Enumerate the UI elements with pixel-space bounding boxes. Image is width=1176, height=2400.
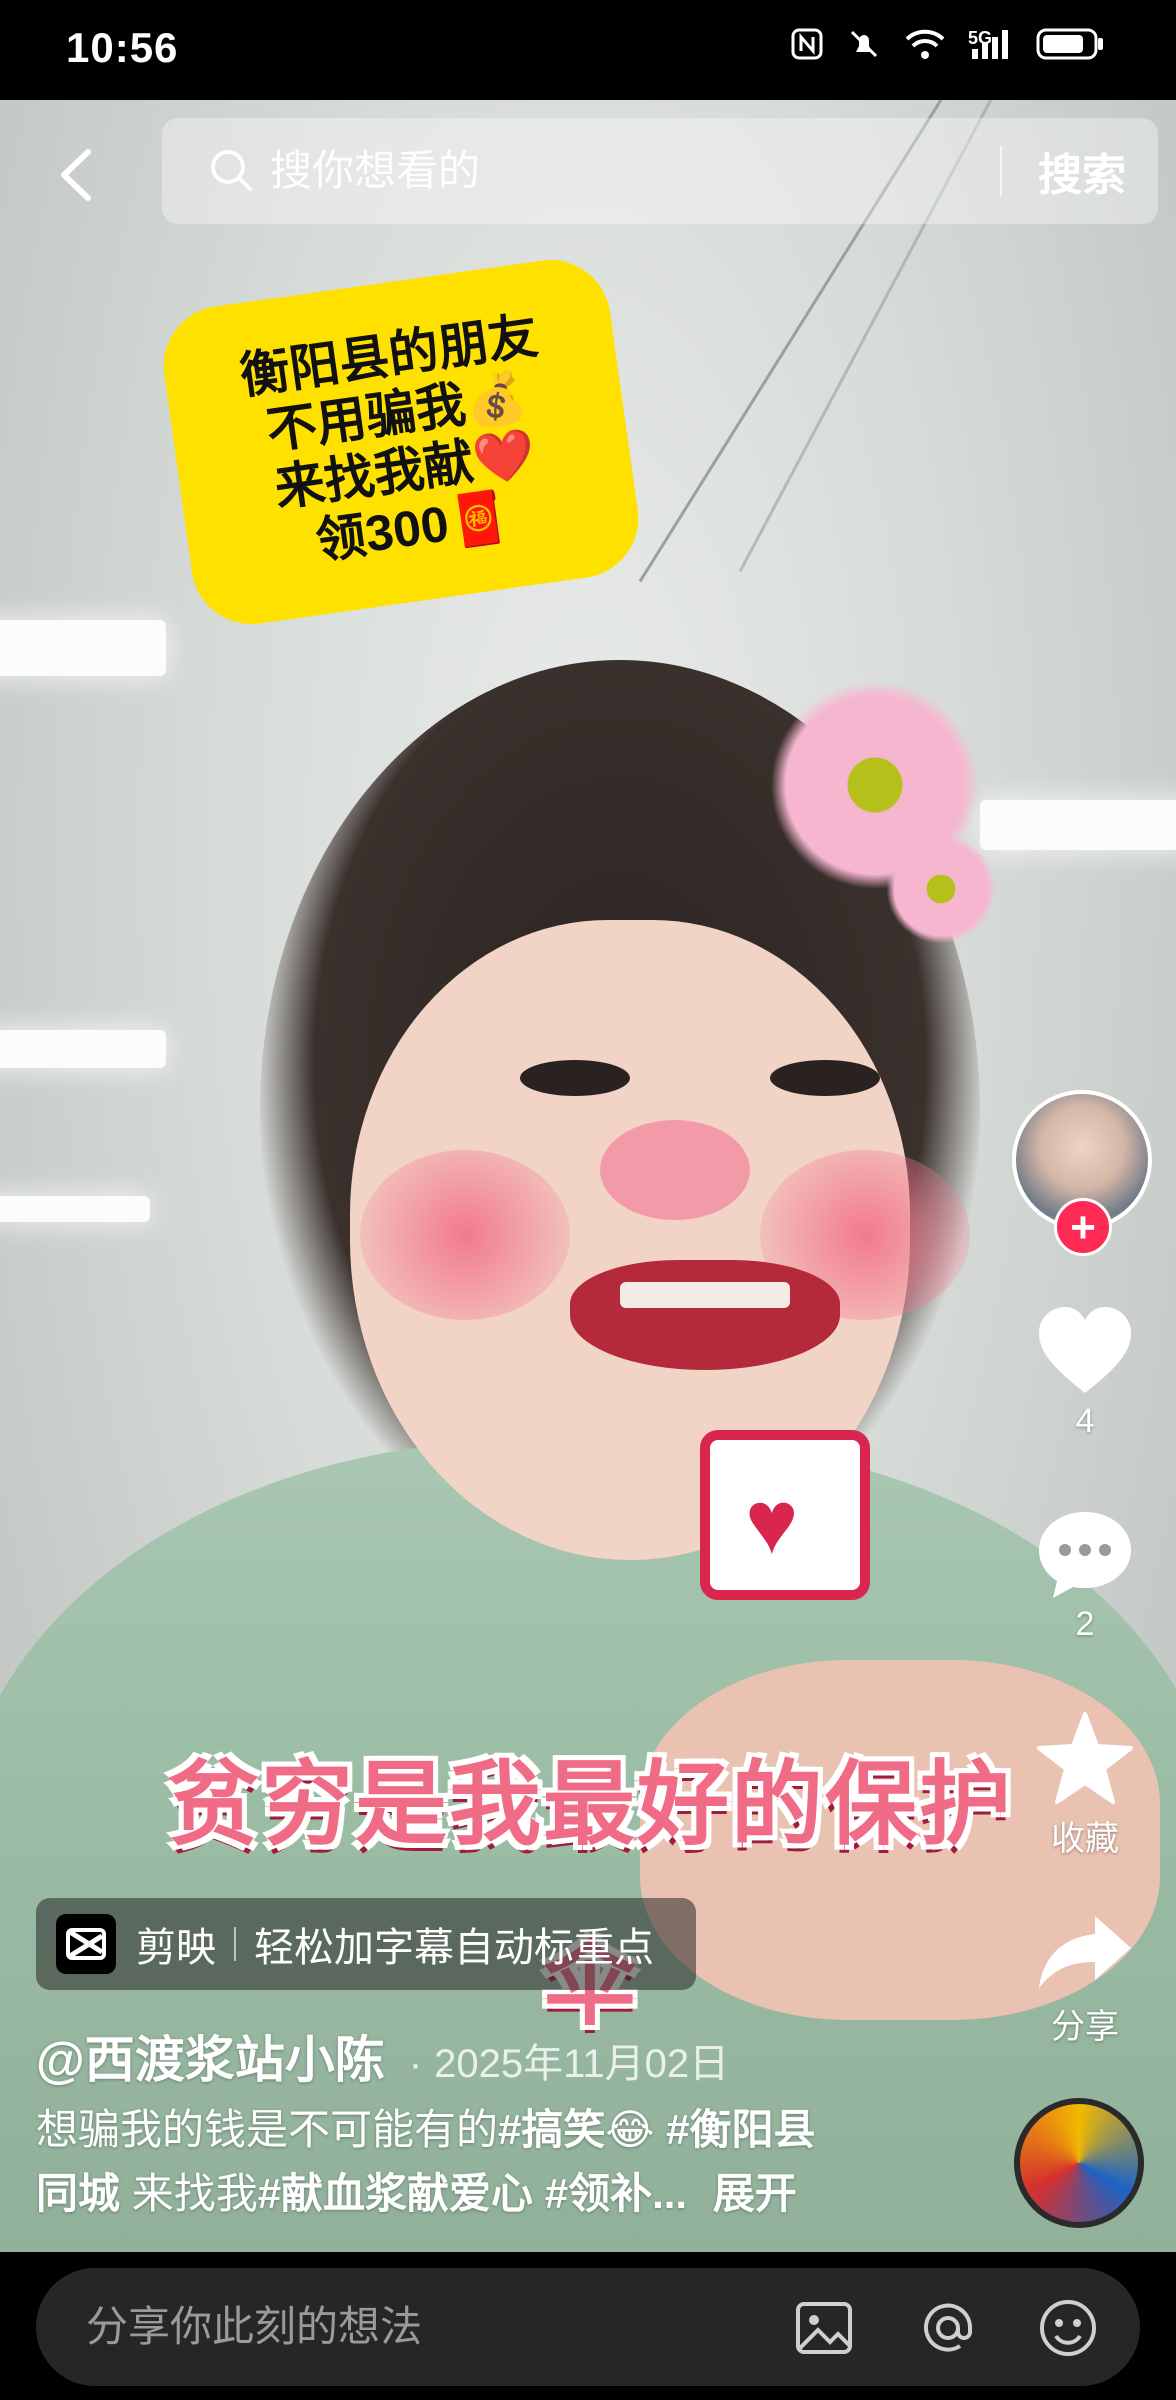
description-text: 来找我 [131,2170,258,2217]
comment-button[interactable]: 2 [1020,1508,1150,1644]
search-icon [211,150,252,191]
music-disc[interactable] [1014,2098,1144,2228]
mouth [570,1260,840,1370]
favorite-label: 收藏 [1051,1820,1119,1858]
nfc-icon [790,27,824,73]
mention-icon[interactable] [916,2296,980,2360]
wifi-icon [904,27,946,73]
search-bar[interactable]: 搜索 [162,118,1158,224]
follow-button[interactable]: + [1054,1198,1112,1256]
like-button[interactable]: 4 [1020,1305,1150,1441]
favorite-button[interactable]: 收藏 [1020,1710,1150,1860]
ceiling-light [980,800,1176,850]
heart-icon: ♥ [745,1473,799,1573]
ceiling-light [0,1196,150,1222]
hashtag[interactable]: #献血浆献爱心 [258,2170,533,2217]
hashtag[interactable]: #衡阳县 [666,2106,815,2153]
comment-count: 2 [1075,1605,1095,1643]
description-line-2: 同城 来找我#献血浆献爱心 #领补... 展开 [36,2162,936,2226]
status-icons: 5G [790,26,1106,74]
hashtag[interactable]: #搞笑😂 [498,2106,654,2153]
nose [600,1120,750,1220]
back-arrow-icon [61,149,91,201]
status-time: 10:56 [66,24,179,71]
flower-sticker [886,834,996,944]
search-button[interactable]: 搜索 [1038,139,1126,203]
capcut-description: 轻松加字幕自动标重点 [254,1926,654,1970]
comment-input[interactable] [86,2303,786,2351]
cheek-blush [360,1150,570,1320]
share-label: 分享 [1051,2008,1119,2046]
author-name[interactable]: @西渡浆站小陈 [36,2020,385,2092]
eye [770,1060,880,1096]
description-text: 想骗我的钱是不可能有的 [36,2106,499,2153]
capcut-tag[interactable]: 剪映 轻松加字幕自动标重点 [36,1898,696,1990]
emoji-icon[interactable] [1036,2296,1100,2360]
search-input[interactable] [270,147,970,195]
star-icon [1037,1712,1133,1804]
author-line: @西渡浆站小陈 · 2025年11月02日 [36,2020,729,2092]
expand-button[interactable]: 展开 [713,2170,797,2217]
description-line-1: 想骗我的钱是不可能有的#搞笑😂 #衡阳县 [36,2098,936,2162]
mute-icon [846,26,882,74]
comment-icon [1039,1512,1131,1598]
image-icon[interactable] [792,2296,856,2360]
location-tag[interactable]: 同城 [36,2170,120,2217]
battery-icon [1036,26,1106,74]
video-caption: 贫穷是我最好的保护 [166,1754,1013,1856]
back-button[interactable] [44,140,114,210]
capcut-logo-icon [56,1914,116,1974]
signal-5g-icon: 5G [968,27,1014,73]
pixel-heart-sticker: ♥ [700,1430,870,1600]
date-separator: · [408,2042,423,2086]
hashtag[interactable]: #领补... [545,2170,687,2217]
share-icon [1039,1916,1131,1988]
search-divider [1000,146,1002,196]
video-description[interactable]: 想骗我的钱是不可能有的#搞笑😂 #衡阳县 同城 来找我#献血浆献爱心 #领补..… [36,2098,936,2226]
comment-bar[interactable] [36,2268,1140,2386]
eye [520,1060,630,1096]
ceiling-light [0,1030,166,1068]
share-button[interactable]: 分享 [1020,1910,1150,2048]
heart-icon [1039,1307,1131,1393]
like-count: 4 [1075,1402,1095,1440]
capcut-name: 剪映 [136,1926,216,1970]
text-sticker: 衡阳县的朋友 不用骗我💰 来找我献❤️ 领300🧧 [155,252,647,632]
bottom-bar [0,2252,1176,2400]
teeth [620,1282,790,1308]
network-label: 5G [968,28,993,48]
post-date: 2025年11月02日 [434,2042,730,2086]
capcut-separator [234,1927,236,1961]
ceiling-light [0,620,166,676]
status-bar: 10:56 5G [0,0,1176,100]
